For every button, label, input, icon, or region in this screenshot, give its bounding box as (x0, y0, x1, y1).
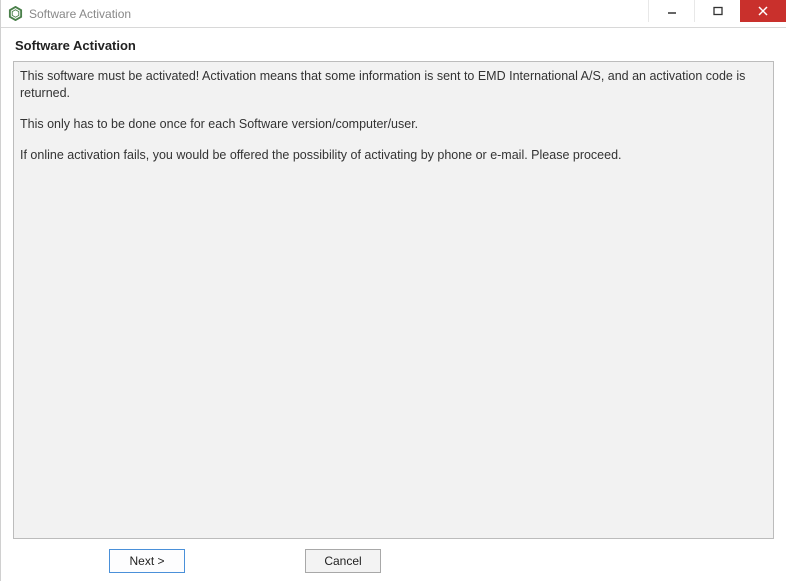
activation-info-panel: This software must be activated! Activat… (13, 61, 774, 539)
app-icon (7, 6, 23, 22)
window-controls (648, 0, 786, 27)
next-button[interactable]: Next > (109, 549, 185, 573)
cancel-button[interactable]: Cancel (305, 549, 381, 573)
page-title: Software Activation (1, 28, 786, 61)
maximize-button[interactable] (694, 0, 740, 22)
window-title: Software Activation (29, 7, 648, 21)
info-paragraph-1: This software must be activated! Activat… (20, 68, 767, 102)
button-row: Next > Cancel (1, 539, 786, 573)
titlebar: Software Activation (1, 0, 786, 28)
close-button[interactable] (740, 0, 786, 22)
info-paragraph-2: This only has to be done once for each S… (20, 116, 767, 133)
minimize-button[interactable] (648, 0, 694, 22)
info-paragraph-3: If online activation fails, you would be… (20, 147, 767, 164)
